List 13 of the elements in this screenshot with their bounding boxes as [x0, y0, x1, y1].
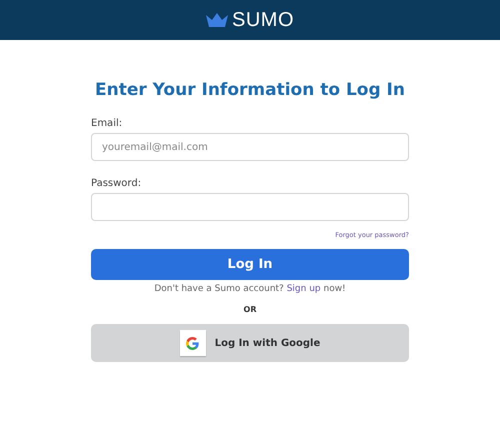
password-label: Password: — [91, 178, 142, 189]
email-label: Email: — [91, 118, 124, 129]
logo-text: SUMO — [232, 8, 294, 32]
google-login-button[interactable]: Log In with Google — [91, 324, 409, 362]
signup-link[interactable]: Sign up — [286, 284, 321, 294]
or-divider-text: OR — [244, 305, 256, 314]
email-field[interactable]: youremail@mail.com — [91, 133, 409, 161]
password-field[interactable] — [91, 193, 409, 221]
crown-icon — [206, 13, 228, 27]
signup-prompt: Don't have a Sumo account? Sign up now! — [153, 284, 347, 294]
page-title: Enter Your Information to Log In — [94, 80, 406, 100]
login-button[interactable]: Log In — [91, 249, 409, 280]
google-g-icon — [180, 330, 206, 356]
